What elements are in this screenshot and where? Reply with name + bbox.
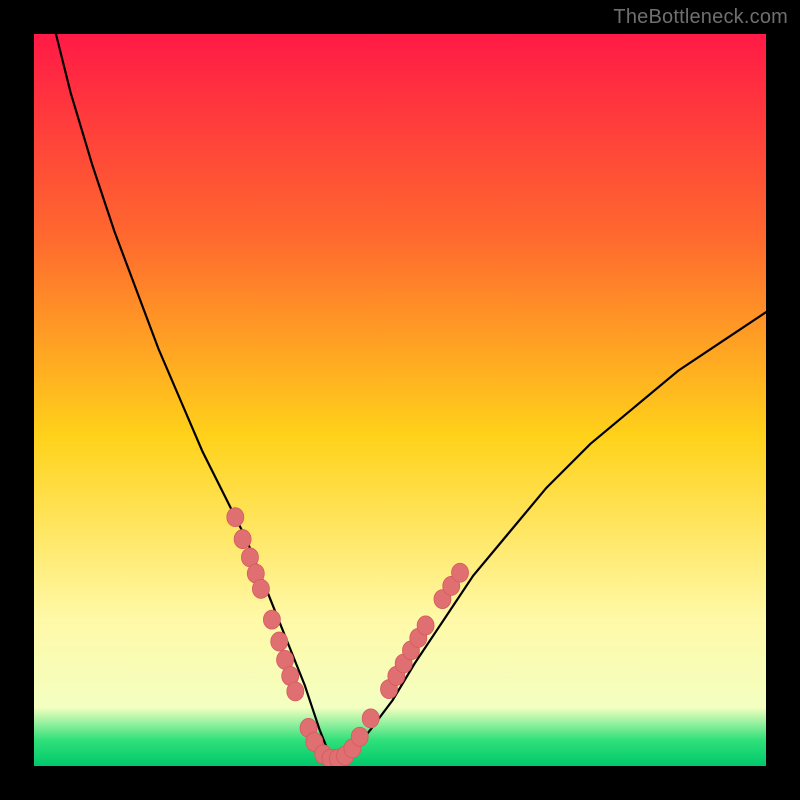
data-marker	[271, 632, 288, 651]
chart-stage: TheBottleneck.com	[0, 0, 800, 800]
data-marker	[234, 530, 251, 549]
data-marker	[452, 563, 469, 582]
plot-area	[34, 34, 766, 766]
data-marker	[351, 727, 368, 746]
data-marker	[287, 682, 304, 701]
data-marker	[362, 709, 379, 728]
data-marker	[252, 579, 269, 598]
chart-overlay	[34, 34, 766, 766]
watermark-text: TheBottleneck.com	[613, 6, 788, 29]
curve-group	[34, 34, 766, 759]
data-marker	[417, 616, 434, 635]
data-marker	[263, 610, 280, 629]
bottleneck-curve	[34, 34, 766, 759]
data-marker	[227, 508, 244, 527]
